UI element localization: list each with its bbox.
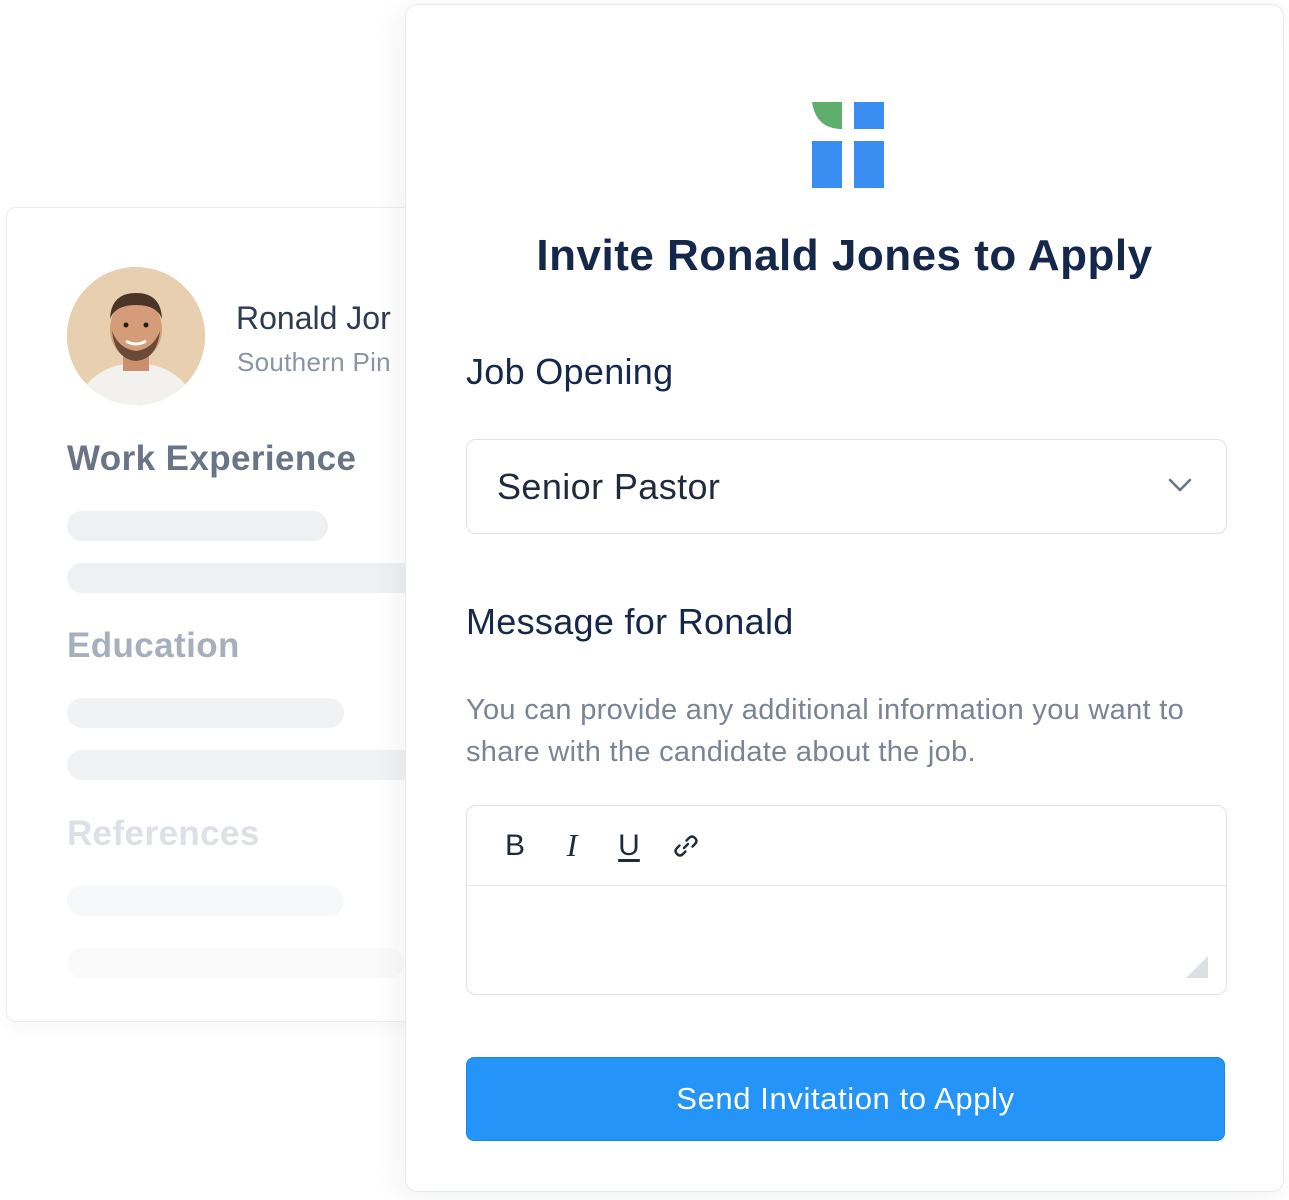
candidate-location: Southern Pin	[237, 347, 391, 377]
chevron-down-icon	[1168, 478, 1192, 492]
job-opening-select[interactable]: Senior Pastor	[466, 439, 1227, 534]
insert-link-button[interactable]	[666, 826, 706, 866]
avatar	[67, 267, 205, 405]
message-editor: B I U	[466, 805, 1227, 995]
job-opening-label: Job Opening	[466, 351, 674, 392]
avatar-photo	[67, 267, 205, 405]
message-textarea[interactable]	[467, 887, 1226, 995]
send-invitation-button[interactable]: Send Invitation to Apply	[466, 1057, 1225, 1141]
message-help-text: You can provide any additional informati…	[466, 694, 1185, 768]
bold-button[interactable]: B	[495, 826, 535, 866]
link-icon	[674, 834, 698, 857]
candidate-profile-card: Ronald Jor Southern Pin Work Experience …	[6, 207, 426, 1022]
candidate-name: Ronald Jor	[236, 300, 391, 336]
section-references: References	[67, 814, 260, 853]
job-opening-selected-value: Senior Pastor	[497, 465, 721, 507]
brand-logo-icon	[812, 102, 884, 188]
skeleton-line	[67, 750, 425, 780]
skeleton-line	[67, 886, 344, 916]
skeleton-line	[67, 563, 425, 593]
editor-toolbar: B I U	[467, 806, 1226, 886]
resize-handle-icon[interactable]	[1186, 956, 1208, 978]
stage: Ronald Jor Southern Pin Work Experience …	[0, 0, 1289, 1200]
message-label: Message for Ronald	[466, 601, 794, 642]
section-education: Education	[67, 626, 240, 665]
modal-title: Invite Ronald Jones to Apply	[536, 231, 1153, 280]
skeleton-line	[67, 948, 404, 978]
invite-modal: Invite Ronald Jones to Apply Job Opening…	[405, 4, 1284, 1192]
underline-button[interactable]: U	[609, 826, 649, 866]
skeleton-line	[67, 698, 344, 728]
skeleton-line	[67, 511, 328, 541]
section-work-experience: Work Experience	[67, 439, 357, 478]
italic-button[interactable]: I	[552, 826, 592, 866]
